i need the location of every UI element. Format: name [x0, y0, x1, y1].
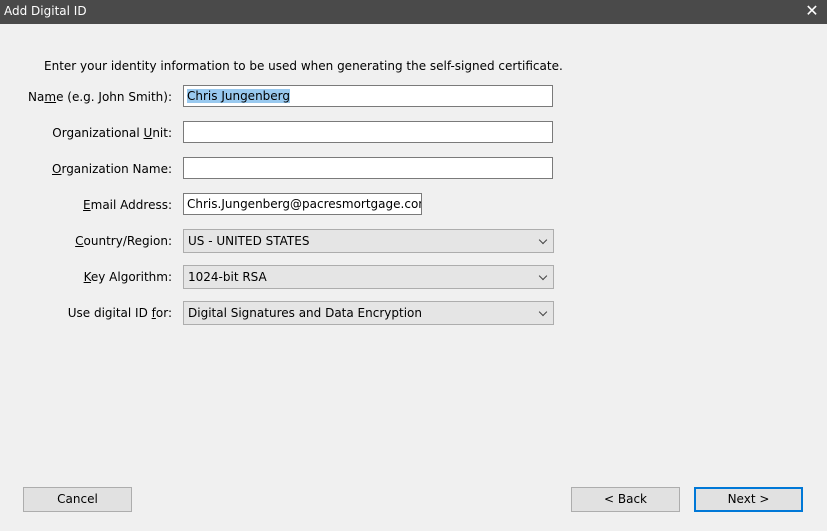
use-for-label: Use digital ID for: — [67, 306, 172, 320]
country-value: US - UNITED STATES — [188, 234, 310, 248]
cancel-button[interactable]: Cancel — [23, 487, 132, 512]
close-icon[interactable]: ✕ — [797, 0, 827, 24]
email-field[interactable]: Chris.Jungenberg@pacresmortgage.com — [183, 193, 422, 215]
org-unit-label: Organizational Unit: — [52, 126, 172, 140]
key-algorithm-select[interactable]: 1024-bit RSA — [183, 265, 554, 289]
use-for-value: Digital Signatures and Data Encryption — [188, 306, 422, 320]
org-name-field[interactable] — [183, 157, 553, 179]
chevron-down-icon[interactable] — [535, 302, 553, 324]
back-button[interactable]: < Back — [571, 487, 680, 512]
intro-text: Enter your identity information to be us… — [44, 59, 563, 73]
email-value: Chris.Jungenberg@pacresmortgage.com — [187, 197, 422, 211]
use-for-select[interactable]: Digital Signatures and Data Encryption — [183, 301, 554, 325]
name-value: Chris Jungenberg — [187, 89, 291, 103]
email-label: Email Address: — [83, 198, 172, 212]
key-algorithm-value: 1024-bit RSA — [188, 270, 267, 284]
chevron-down-icon[interactable] — [535, 266, 553, 288]
country-select[interactable]: US - UNITED STATES — [183, 229, 554, 253]
window-title: Add Digital ID — [4, 4, 87, 18]
org-unit-field[interactable] — [183, 121, 553, 143]
name-field[interactable]: Chris Jungenberg — [183, 85, 553, 107]
country-label: Country/Region: — [75, 234, 172, 248]
name-label: Name (e.g. John Smith): — [28, 90, 172, 104]
next-button[interactable]: Next > — [694, 487, 803, 512]
chevron-down-icon[interactable] — [535, 230, 553, 252]
org-name-label: Organization Name: — [52, 162, 172, 176]
title-bar: Add Digital ID ✕ — [0, 0, 827, 24]
key-algorithm-label: Key Algorithm: — [83, 270, 172, 284]
